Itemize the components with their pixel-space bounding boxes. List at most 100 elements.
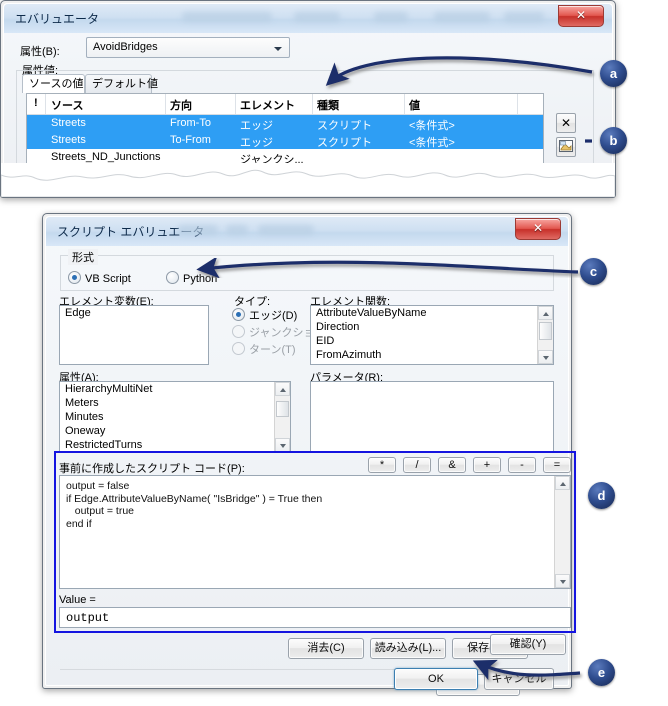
value-input[interactable]: output	[59, 607, 571, 628]
grid-col-flag: !	[34, 97, 38, 109]
script-code-textarea[interactable]: output = false if Edge.AttributeValueByN…	[59, 475, 571, 589]
radio-vbscript-label: VB Script	[85, 273, 131, 285]
operator-plus-button[interactable]: +	[473, 457, 501, 473]
title-blur-b	[226, 225, 248, 235]
scroll-up-icon[interactable]	[538, 306, 553, 320]
scroll-thumb[interactable]	[276, 401, 289, 417]
cell-direction: From-To	[170, 117, 211, 129]
cell-value: <条件式>	[409, 117, 455, 133]
radio-turn[interactable]: ターン(T)	[232, 341, 296, 357]
cell-value: <条件式>	[409, 134, 455, 150]
list-item[interactable]: Direction	[311, 320, 553, 334]
list-item[interactable]: HierarchyMultiNet	[60, 382, 290, 396]
element-function-scrollbar[interactable]	[537, 306, 553, 364]
radio-vbscript-indicator	[68, 271, 81, 284]
element-function-list[interactable]: AttributeValueByName Direction EID FromA…	[310, 305, 554, 365]
list-item[interactable]: Edge	[60, 306, 208, 320]
evaluator-window: エバリュエータ ✕ 属性(B): AvoidBridges 属性値: ソースの値…	[0, 0, 616, 198]
radio-turn-label: ターン(T)	[249, 344, 296, 356]
radio-vbscript[interactable]: VB Script	[68, 271, 131, 285]
evaluator-titlebar: エバリュエータ ✕	[4, 4, 612, 33]
load-button[interactable]: 読み込み(L)...	[370, 638, 446, 659]
list-item[interactable]: Oneway	[60, 424, 290, 438]
grid-sep-2	[165, 94, 166, 114]
grid-col-direction: 方向	[170, 97, 192, 113]
scroll-up-icon[interactable]	[275, 382, 290, 396]
cell-direction: To-From	[170, 134, 211, 146]
attribute-combobox[interactable]: AvoidBridges	[86, 37, 290, 58]
script-code-text: output = false if Edge.AttributeValueByN…	[66, 480, 552, 530]
attribute-label: 属性(B):	[20, 43, 60, 59]
grid-col-element: エレメント	[240, 97, 295, 113]
radio-edge-label: エッジ(D)	[249, 310, 297, 322]
list-item[interactable]: Meters	[60, 396, 290, 410]
properties-button[interactable]	[556, 137, 576, 157]
callout-d: d	[588, 482, 615, 509]
grid-col-value: 値	[409, 97, 420, 113]
scroll-down-icon[interactable]	[555, 574, 570, 588]
clear-button[interactable]: 消去(C)	[288, 638, 364, 659]
cancel-button[interactable]: キャンセル	[484, 668, 554, 690]
radio-python-label: Python	[183, 273, 217, 285]
cell-element: エッジ	[240, 117, 273, 133]
cell-element: エッジ	[240, 134, 273, 150]
element-variable-list[interactable]: Edge	[59, 305, 209, 365]
cell-type: スクリプト	[317, 134, 372, 150]
scroll-down-icon[interactable]	[275, 438, 290, 452]
parameters-list[interactable]	[310, 381, 554, 453]
table-row[interactable]: Streets From-To エッジ スクリプト <条件式>	[27, 115, 543, 132]
attributes-list[interactable]: HierarchyMultiNet Meters Minutes Oneway …	[59, 381, 291, 453]
operator-divide-button[interactable]: /	[403, 457, 431, 473]
title-blur-1	[182, 12, 272, 22]
tab-source-values[interactable]: ソースの値	[22, 74, 85, 93]
grid-sep-5	[404, 94, 405, 114]
title-blur-2	[294, 12, 340, 22]
radio-edge-indicator	[232, 308, 245, 321]
grid-sep-1	[45, 94, 46, 114]
title-blur-a	[178, 225, 218, 235]
operator-minus-button[interactable]: -	[508, 457, 536, 473]
script-evaluator-body: スクリプト エバリュエータ ✕ 形式 VB Script Python エレメン…	[45, 216, 569, 686]
precode-label: 事前に作成したスクリプト コード(P):	[59, 460, 245, 476]
verify-button[interactable]: 確認(Y)	[490, 634, 566, 655]
scroll-thumb[interactable]	[539, 322, 552, 340]
callout-c: c	[580, 258, 607, 285]
delete-button[interactable]: ✕	[556, 113, 576, 133]
scroll-up-icon[interactable]	[555, 476, 570, 490]
operator-equals-button[interactable]: =	[543, 457, 571, 473]
script-evaluator-window: スクリプト エバリュエータ ✕ 形式 VB Script Python エレメン…	[42, 213, 572, 689]
title-blur-4	[434, 12, 490, 22]
grid-sep-3	[235, 94, 236, 114]
grid-col-type: 種類	[317, 97, 339, 113]
grid-sep-4	[312, 94, 313, 114]
tabstrip: ソースの値 デフォルト値	[22, 74, 222, 93]
title-blur-c	[258, 225, 314, 235]
title-blur-5	[504, 12, 544, 22]
list-item[interactable]: AttributeValueByName	[311, 306, 553, 320]
cell-source: Streets	[51, 117, 86, 129]
tab-default-values[interactable]: デフォルト値	[85, 74, 152, 93]
cell-source: Streets	[51, 134, 86, 146]
operator-concat-button[interactable]: &	[438, 457, 466, 473]
script-code-scrollbar[interactable]	[554, 476, 570, 588]
cell-type: スクリプト	[317, 117, 372, 133]
radio-junction-indicator	[232, 325, 245, 338]
list-item[interactable]: FromAzimuth	[311, 348, 553, 362]
list-item[interactable]: RestrictedTurns	[60, 438, 290, 452]
table-row[interactable]: Streets To-From エッジ スクリプト <条件式>	[27, 132, 543, 149]
torn-paper-edge	[1, 163, 615, 197]
attributes-scrollbar[interactable]	[274, 382, 290, 452]
evaluator-title: エバリュエータ	[15, 10, 99, 27]
operator-multiply-button[interactable]: *	[368, 457, 396, 473]
scroll-down-icon[interactable]	[538, 350, 553, 364]
list-item[interactable]: EID	[311, 334, 553, 348]
list-item[interactable]: Minutes	[60, 410, 290, 424]
grid-header: ! ソース 方向 エレメント 種類 値	[27, 94, 543, 115]
radio-python[interactable]: Python	[166, 271, 217, 285]
callout-e: e	[588, 659, 615, 686]
value-input-text: output	[66, 611, 109, 625]
ok-button[interactable]: OK	[394, 668, 478, 690]
radio-edge[interactable]: エッジ(D)	[232, 307, 297, 323]
close-icon[interactable]: ✕	[515, 218, 561, 240]
close-icon[interactable]: ✕	[558, 5, 604, 27]
